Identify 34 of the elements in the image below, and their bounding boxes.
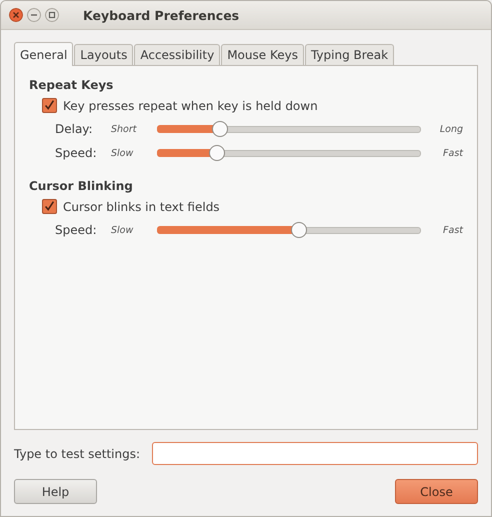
max-label: Long xyxy=(438,124,463,134)
input-field[interactable] xyxy=(152,442,478,465)
slider-track[interactable] xyxy=(157,222,421,238)
checkbox[interactable] xyxy=(42,199,57,214)
checkbox[interactable] xyxy=(42,98,57,113)
slider-thumb[interactable] xyxy=(290,222,307,238)
slider-label: Delay: xyxy=(55,122,94,136)
close-icon[interactable] xyxy=(9,8,23,22)
maximize-icon[interactable] xyxy=(45,8,59,22)
field-label: Type to test settings: xyxy=(14,446,140,460)
section-heading: Cursor Blinking xyxy=(29,179,134,193)
min-label: Slow xyxy=(111,148,134,158)
max-label: Fast xyxy=(442,224,463,236)
tab[interactable]: Layouts xyxy=(74,44,134,65)
slider-label: Speed: xyxy=(55,146,98,160)
tab[interactable]: General xyxy=(14,42,74,66)
close-button[interactable]: Close xyxy=(395,479,478,504)
help-button[interactable]: Help xyxy=(14,479,97,504)
slider-track[interactable] xyxy=(157,145,421,161)
tab[interactable]: Accessibility xyxy=(134,44,220,65)
max-label: Fast xyxy=(442,148,463,158)
section-heading: Repeat Keys xyxy=(29,78,114,92)
slider-track[interactable] xyxy=(157,121,421,137)
tab[interactable]: Mouse Keys xyxy=(221,44,304,65)
min-label: Slow xyxy=(111,224,134,236)
min-label: Short xyxy=(111,124,138,134)
window-title: Keyboard Preferences xyxy=(83,8,240,22)
slider-label: Speed: xyxy=(55,223,98,237)
slider-thumb[interactable] xyxy=(209,145,226,161)
checkbox-label: Key presses repeat when key is held down xyxy=(63,98,318,112)
minimize-icon[interactable] xyxy=(27,8,41,22)
checkbox-label: Cursor blinks in text fields xyxy=(63,200,220,214)
slider-thumb[interactable] xyxy=(212,121,228,137)
tab[interactable]: Typing Break xyxy=(304,44,394,65)
